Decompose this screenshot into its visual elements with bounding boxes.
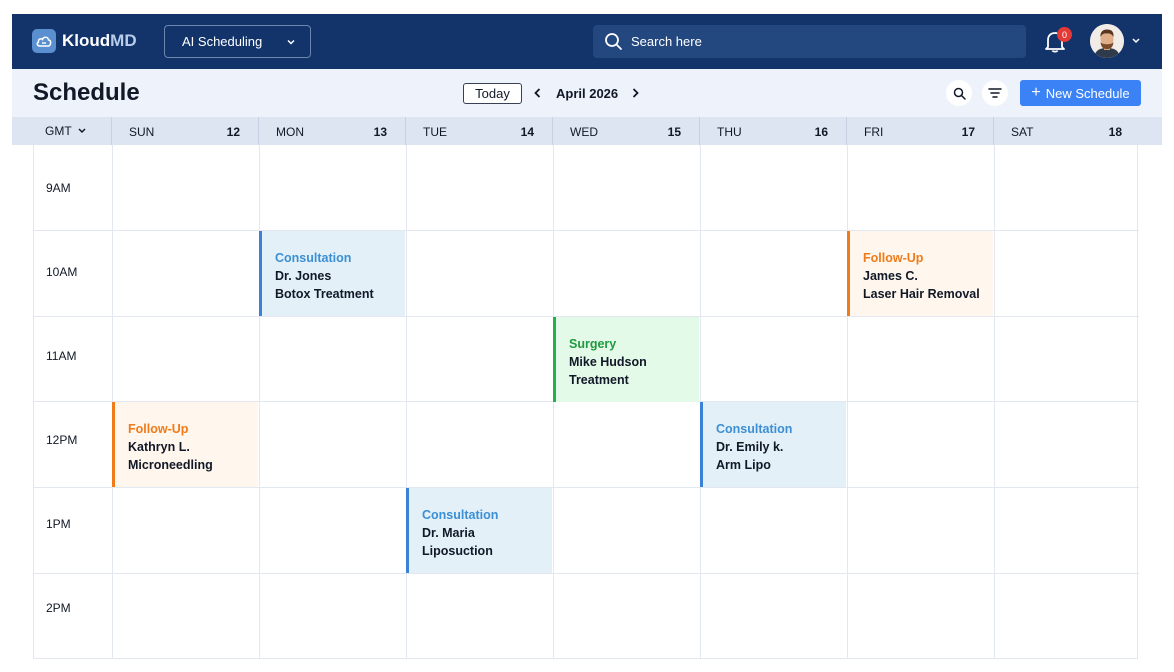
event-type: Surgery <box>569 337 617 351</box>
event-type: Follow-Up <box>863 251 924 265</box>
search-icon <box>605 33 622 50</box>
search-input[interactable]: Search here <box>593 25 1026 58</box>
event-type: Consultation <box>716 422 793 436</box>
time-label: 1PM <box>46 517 71 531</box>
day-number: 12 <box>226 125 240 139</box>
event-patient: Dr. Jones <box>275 269 332 283</box>
new-schedule-label: New Schedule <box>1045 85 1130 101</box>
calendar-grid[interactable]: 9AM 10AM 11AM 12PM 1PM 2PM Consultation … <box>33 145 1139 659</box>
time-label: 2PM <box>46 601 71 615</box>
page-title: Schedule <box>33 79 140 106</box>
event-card[interactable]: Follow-Up James C. Laser Hair Removal <box>847 231 993 316</box>
grid-line <box>34 487 1139 488</box>
plus-icon: + <box>1031 84 1041 101</box>
notification-badge: 0 <box>1057 27 1072 42</box>
time-label: 10AM <box>46 265 78 279</box>
event-treatment: Liposuction <box>422 544 493 558</box>
grid-line <box>406 145 407 659</box>
grid-line <box>34 573 1139 574</box>
logo-text: KloudMD <box>62 31 137 50</box>
event-card[interactable]: Consultation Dr. Jones Botox Treatment <box>259 231 405 316</box>
event-type: Follow-Up <box>128 422 189 436</box>
day-header-mon[interactable]: MON 13 <box>258 117 405 145</box>
time-label: 12PM <box>46 433 78 447</box>
time-label: 11AM <box>46 349 77 363</box>
event-card[interactable]: Follow-Up Kathryn L. Microneedling <box>112 402 258 487</box>
timezone-label: GMT <box>45 124 72 138</box>
day-name: SAT <box>1011 125 1034 139</box>
search-icon <box>953 87 966 100</box>
event-treatment: Laser Hair Removal <box>863 287 980 301</box>
event-treatment: Treatment <box>569 373 629 387</box>
month-label: April 2026 <box>556 86 619 101</box>
event-card[interactable]: Consultation Dr. Maria Liposuction <box>406 488 552 573</box>
day-header-sat[interactable]: SAT 18 <box>993 117 1140 145</box>
avatar[interactable] <box>1090 24 1124 58</box>
day-header-tue[interactable]: TUE 14 <box>405 117 552 145</box>
new-schedule-button[interactable]: + New Schedule <box>1020 80 1141 106</box>
filter-icon <box>988 88 1002 98</box>
day-header-fri[interactable]: FRI 17 <box>846 117 993 145</box>
day-header-row: GMT SUN 12 MON 13 TUE 14 WED 15 THU 16 FRI 17 … <box>12 117 1162 145</box>
event-patient: Mike Hudson <box>569 355 647 369</box>
day-name: THU <box>717 125 742 139</box>
event-treatment: Arm Lipo <box>716 458 771 472</box>
day-number: 13 <box>373 125 387 139</box>
day-name: TUE <box>423 125 447 139</box>
day-number: 17 <box>961 125 975 139</box>
grid-line <box>847 145 848 659</box>
day-name: SUN <box>129 125 155 139</box>
chevron-down-icon[interactable] <box>1131 37 1141 45</box>
event-card[interactable]: Surgery Mike Hudson Treatment <box>553 317 699 402</box>
day-name: FRI <box>864 125 884 139</box>
day-name: MON <box>276 125 304 139</box>
chevron-right-icon[interactable] <box>629 87 641 99</box>
event-card[interactable]: Consultation Dr. Emily k. Arm Lipo <box>700 402 846 487</box>
top-nav-bar: KloudMD AI Scheduling Search here 0 <box>12 14 1162 69</box>
day-number: 15 <box>667 125 681 139</box>
filter-button[interactable] <box>982 80 1008 106</box>
day-number: 14 <box>520 125 534 139</box>
chevron-left-icon[interactable] <box>532 87 544 99</box>
event-type: Consultation <box>422 508 499 522</box>
grid-line <box>994 145 995 659</box>
day-name: WED <box>570 125 598 139</box>
grid-line <box>553 145 554 659</box>
event-patient: Dr. Maria <box>422 526 475 540</box>
event-patient: James C. <box>863 269 918 283</box>
module-dropdown[interactable]: AI Scheduling <box>164 25 311 58</box>
day-header-sun[interactable]: SUN 12 <box>111 117 258 145</box>
app-logo[interactable]: KloudMD <box>32 28 137 54</box>
search-placeholder: Search here <box>631 34 702 49</box>
day-number: 16 <box>814 125 828 139</box>
day-number: 18 <box>1108 125 1122 139</box>
time-label: 9AM <box>46 181 71 195</box>
event-treatment: Botox Treatment <box>275 287 374 301</box>
timezone-selector[interactable]: GMT <box>33 117 111 145</box>
module-label: AI Scheduling <box>182 34 263 49</box>
day-header-wed[interactable]: WED 15 <box>552 117 699 145</box>
schedule-toolbar: Schedule Today April 2026 + New Schedule <box>12 69 1162 117</box>
event-patient: Dr. Emily k. <box>716 440 784 454</box>
app-window: KloudMD AI Scheduling Search here 0 Sche… <box>12 14 1162 664</box>
grid-line <box>259 145 260 659</box>
chevron-down-icon <box>78 128 86 134</box>
event-type: Consultation <box>275 251 352 265</box>
cloud-icon <box>32 29 56 53</box>
chevron-down-icon <box>287 39 295 45</box>
today-button[interactable]: Today <box>463 83 522 104</box>
event-treatment: Microneedling <box>128 458 213 472</box>
calendar-search-button[interactable] <box>946 80 972 106</box>
day-header-thu[interactable]: THU 16 <box>699 117 846 145</box>
event-patient: Kathryn L. <box>128 440 190 454</box>
